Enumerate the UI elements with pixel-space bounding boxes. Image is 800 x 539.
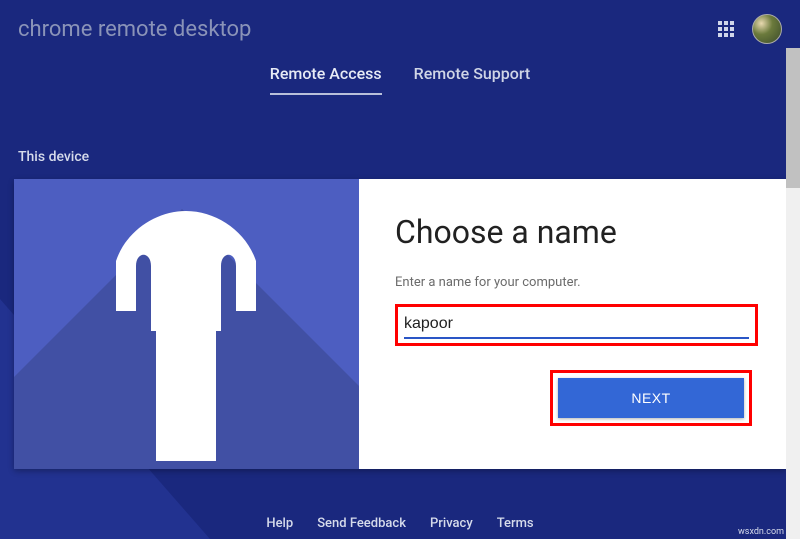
wrench-icon: [106, 211, 266, 461]
app-header: chrome remote desktop: [0, 0, 800, 50]
apps-grid-icon[interactable]: [718, 21, 734, 37]
card-subtitle: Enter a name for your computer.: [395, 275, 758, 290]
setup-card: Choose a name Enter a name for your comp…: [14, 179, 786, 469]
scrollbar-thumb[interactable]: [786, 48, 800, 188]
next-button[interactable]: NEXT: [558, 378, 744, 418]
avatar[interactable]: [752, 14, 782, 44]
computer-name-input[interactable]: [404, 311, 749, 339]
input-highlight: [395, 304, 758, 346]
scrollbar[interactable]: [786, 48, 800, 539]
tab-remote-support[interactable]: Remote Support: [414, 64, 531, 95]
footer: Help Send Feedback Privacy Terms: [0, 516, 800, 531]
tab-remote-access[interactable]: Remote Access: [270, 64, 382, 95]
app-title: chrome remote desktop: [18, 17, 251, 42]
button-highlight: NEXT: [550, 370, 752, 426]
watermark: wsxdn.com: [738, 527, 784, 537]
header-right: [718, 14, 782, 44]
tabs: Remote Access Remote Support: [0, 50, 800, 95]
footer-link-privacy[interactable]: Privacy: [430, 516, 473, 531]
card-content: Choose a name Enter a name for your comp…: [359, 179, 786, 469]
section-label-this-device: This device: [18, 149, 800, 165]
footer-link-terms[interactable]: Terms: [497, 516, 534, 531]
card-title: Choose a name: [395, 213, 758, 251]
footer-link-send-feedback[interactable]: Send Feedback: [317, 516, 406, 531]
footer-link-help[interactable]: Help: [266, 516, 293, 531]
card-illustration: [14, 179, 359, 469]
